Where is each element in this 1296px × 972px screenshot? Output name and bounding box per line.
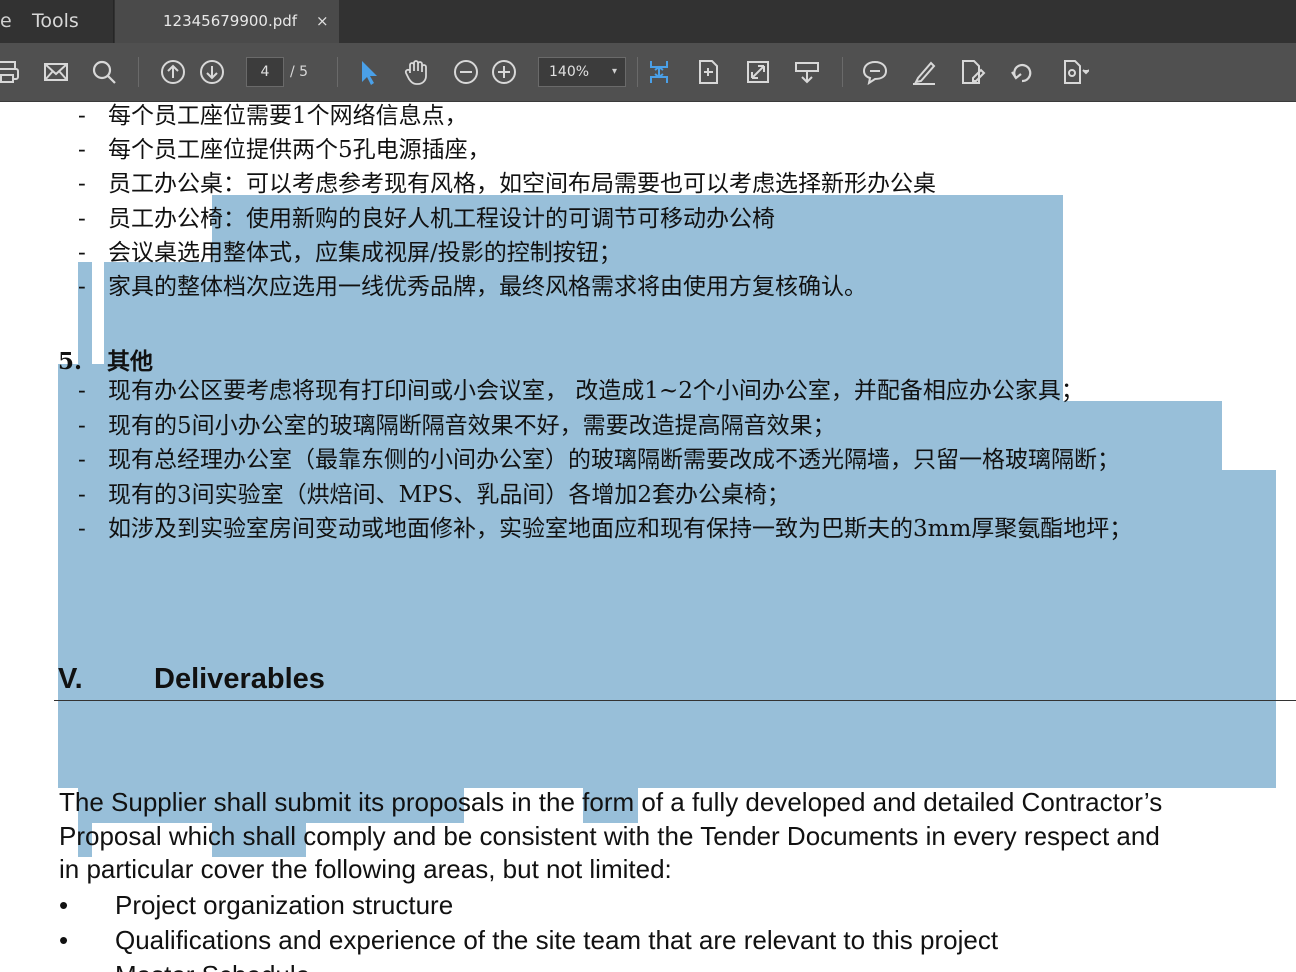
toolbar-separator [138, 57, 139, 87]
section-heading: 5. 其他 [58, 348, 153, 375]
zoom-value: 140% [549, 64, 590, 80]
highlight-pen-icon[interactable] [907, 55, 941, 89]
page-total: / 5 [290, 64, 309, 80]
fit-page-width-icon[interactable] [691, 55, 725, 89]
tab-home-partial[interactable]: e [0, 0, 14, 43]
search-icon[interactable] [87, 55, 121, 89]
text-line: - 现有办公区要考虑将现有打印间或小会议室， 改造成1~2个小间办公室，并配备相应… [78, 378, 1084, 404]
rotate-icon[interactable] [1005, 55, 1039, 89]
document-page[interactable]: - 每个员工座位需要1个网络信息点， - 每个员工座位提供两个5孔电源插座， - 员工… [0, 102, 1296, 972]
zoom-select[interactable]: 140% ▾ [538, 57, 626, 87]
toolbar-separator [842, 57, 843, 87]
paragraph-line: Proposal which shall comply and be consi… [59, 821, 1160, 851]
next-page-icon[interactable] [195, 55, 229, 89]
page-number-input[interactable]: 4 [246, 57, 284, 87]
tab-document[interactable]: 12345679900.pdf × [115, 0, 339, 43]
edit-pdf-icon[interactable] [955, 55, 989, 89]
tab-document-label: 12345679900.pdf [163, 12, 298, 30]
chevron-down-icon: ▾ [611, 66, 617, 77]
list-item: • Qualifications and experience of the si… [59, 925, 999, 955]
text-line: - 员工办公椅：使用新购的良好人机工程设计的可调节可移动办公椅 [78, 206, 775, 232]
text-line: - 会议桌选用整体式，应集成视屏/投影的控制按钮； [78, 240, 622, 266]
text-line: - 每个员工座位提供两个5孔电源插座， [78, 137, 491, 163]
text-line: - 如涉及到实验室房间变动或地面修补，实验室地面应和现有保持一致为巴斯夫的3mm厚… [78, 516, 1133, 542]
paragraph-line: in particular cover the following areas,… [59, 854, 672, 884]
deliverables-heading: V. Deliverables [58, 663, 325, 695]
paragraph-line: The Supplier shall submit its proposals … [59, 787, 1163, 817]
text-line: - 家具的整体档次应选用一线优秀品牌，最终风格需求将由使用方复核确认。 [78, 274, 867, 300]
print-icon[interactable] [0, 55, 24, 89]
close-tab-icon[interactable]: × [316, 0, 329, 43]
text-line: - 现有总经理办公室（最靠东侧的小间办公室）的玻璃隔断需要改成不透光隔墙，只留一格… [78, 447, 1120, 473]
text-line: - 每个员工座位需要1个网络信息点， [78, 103, 468, 129]
tab-bar: e Tools 12345679900.pdf × [0, 0, 1296, 43]
full-screen-icon[interactable] [741, 55, 775, 89]
toolbar-separator [337, 57, 338, 87]
previous-page-icon[interactable] [156, 55, 190, 89]
toolbar: 4 / 5 140% ▾ [0, 43, 1296, 102]
hand-tool-icon[interactable] [399, 55, 433, 89]
comment-icon[interactable] [858, 55, 892, 89]
zoom-in-icon[interactable] [487, 55, 521, 89]
toolbar-separator [637, 57, 638, 87]
list-item: •Master Schedule [59, 958, 310, 972]
more-tools-icon[interactable] [1058, 55, 1092, 89]
scroll-mode-icon[interactable] [790, 55, 824, 89]
tab-tools[interactable]: Tools [14, 0, 114, 43]
fit-page-height-icon[interactable] [642, 55, 676, 89]
email-icon[interactable] [39, 55, 73, 89]
text-line: - 现有的3间实验室（烘焙间、MPS、乳品间）各增加2套办公桌椅； [78, 482, 791, 508]
text-line: - 现有的5间小办公室的玻璃隔断隔音效果不好，需要改造提高隔音效果； [78, 413, 836, 439]
select-cursor-icon[interactable] [351, 55, 385, 89]
list-item: • Project organization structure [59, 890, 454, 920]
zoom-out-icon[interactable] [449, 55, 483, 89]
text-line: - 员工办公桌：可以考虑参考现有风格，如空间布局需要也可以考虑选择新形办公桌 [78, 171, 936, 197]
heading-rule [54, 700, 1296, 701]
